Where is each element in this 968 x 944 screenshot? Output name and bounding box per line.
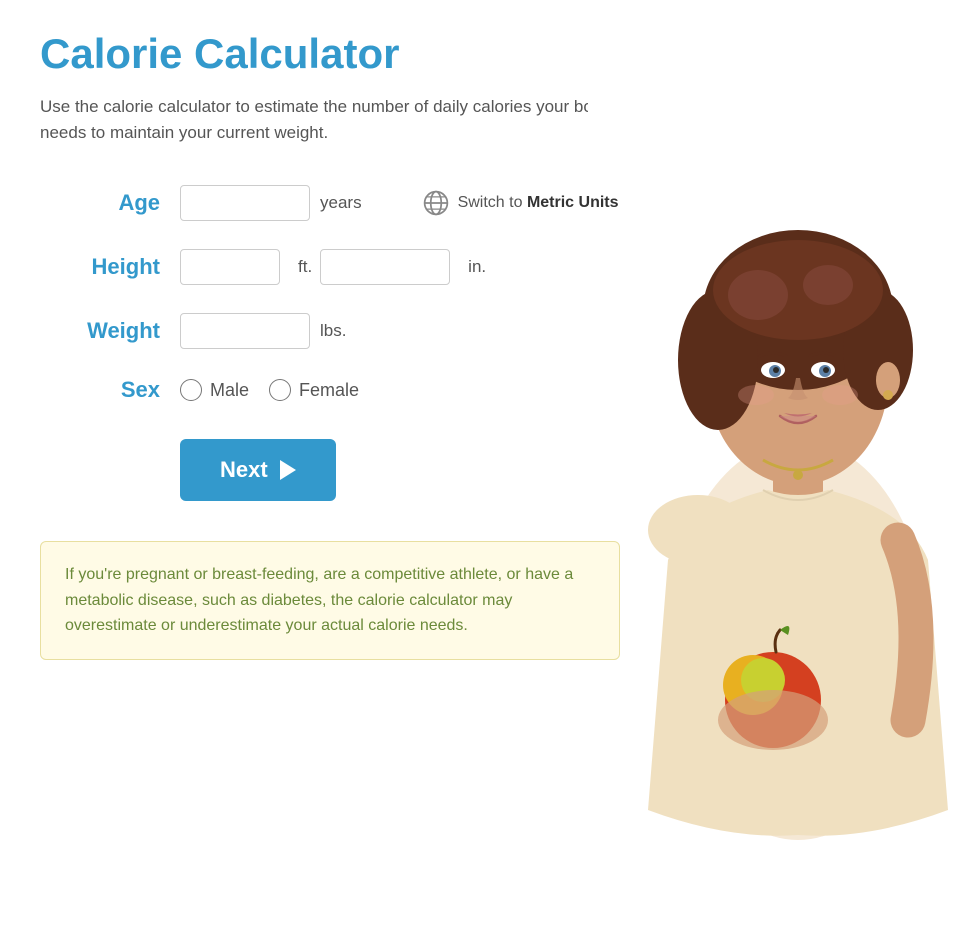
globe-icon: [422, 189, 450, 217]
notice-box: If you're pregnant or breast-feeding, ar…: [40, 541, 620, 660]
age-unit: years: [320, 193, 362, 213]
height-ft-input[interactable]: [180, 249, 280, 285]
sex-female-radio[interactable]: [269, 379, 291, 401]
weight-row: Weight lbs.: [40, 313, 928, 349]
next-arrow-icon: [280, 460, 296, 480]
sex-female-label: Female: [299, 380, 359, 401]
calculator-form: Age years Switch to Metric Units Height: [40, 185, 928, 501]
age-input[interactable]: [180, 185, 310, 221]
height-input-group: ft. in.: [180, 249, 486, 285]
age-input-group: years Switch to Metric Units: [180, 185, 619, 221]
switch-units-button[interactable]: Switch to Metric Units: [422, 189, 619, 217]
sex-row: Sex Male Female: [40, 377, 928, 403]
age-row: Age years Switch to Metric Units: [40, 185, 928, 221]
height-in-input[interactable]: [320, 249, 450, 285]
notice-text: If you're pregnant or breast-feeding, ar…: [65, 562, 595, 639]
next-button[interactable]: Next: [180, 439, 336, 501]
weight-unit: lbs.: [320, 321, 346, 341]
sex-male-label: Male: [210, 380, 249, 401]
next-button-label: Next: [220, 457, 268, 483]
height-row: Height ft. in.: [40, 249, 928, 285]
page-subtitle: Use the calorie calculator to estimate t…: [40, 94, 660, 145]
weight-label: Weight: [40, 318, 160, 344]
sex-male-radio[interactable]: [180, 379, 202, 401]
age-label: Age: [40, 190, 160, 216]
height-label: Height: [40, 254, 160, 280]
weight-input[interactable]: [180, 313, 310, 349]
sex-label: Sex: [40, 377, 160, 403]
sex-male-option[interactable]: Male: [180, 379, 249, 401]
switch-units-text: Switch to Metric Units: [458, 194, 619, 212]
sex-radio-group: Male Female: [180, 379, 359, 401]
sex-female-option[interactable]: Female: [269, 379, 359, 401]
height-in-unit: in.: [468, 257, 486, 277]
height-ft-unit: ft.: [298, 257, 312, 277]
